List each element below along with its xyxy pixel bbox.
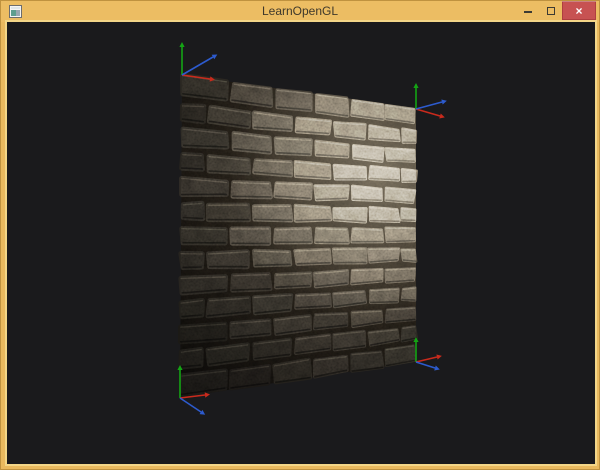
gizmo-bottom-right [413,337,441,370]
app-window: LearnOpenGL × [0,0,600,470]
titlebar[interactable]: LearnOpenGL × [1,1,599,22]
gizmo-top-right [413,83,446,118]
maximize-button[interactable] [540,1,562,20]
maximize-icon [547,7,555,15]
minimize-icon [524,11,532,13]
window-controls: × [516,1,599,20]
viewport-canvas [7,22,595,464]
close-button[interactable]: × [562,1,596,20]
gl-viewport[interactable] [7,22,595,464]
close-icon: × [575,4,582,18]
window-title: LearnOpenGL [1,1,599,22]
minimize-button[interactable] [516,1,540,20]
brick-wall [169,59,429,409]
